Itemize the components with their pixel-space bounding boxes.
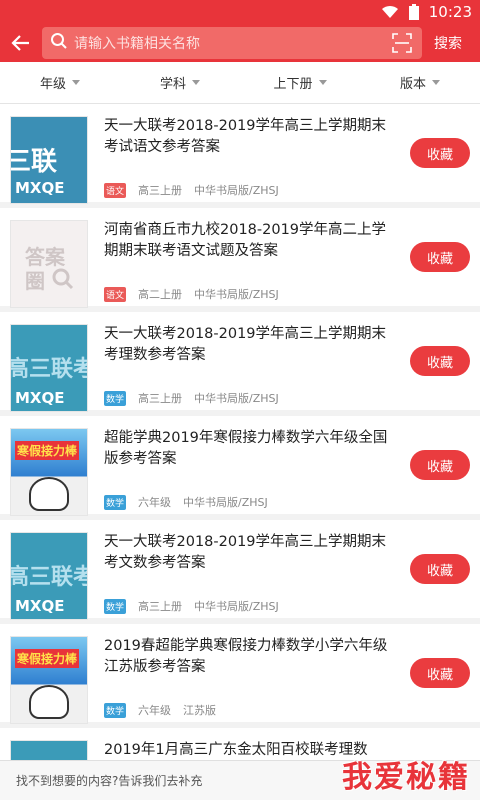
snowman-illustration (29, 685, 69, 719)
cover-text: 寒假接力棒 (15, 441, 80, 460)
filter-label: 上下册 (273, 77, 313, 92)
filter-label: 版本 (399, 77, 426, 92)
cover-text: 圈 (25, 269, 45, 293)
cover-text: 高三联考 (10, 357, 87, 382)
collect-button[interactable]: 收藏 (410, 554, 470, 584)
chevron-down-icon (432, 80, 440, 85)
item-meta: 语文 高三上册 中华书局版/ZHSJ (104, 182, 462, 198)
publisher-text: 中华书局版/ZHSJ (183, 496, 268, 509)
cover-text: 高三联考 (10, 565, 87, 590)
wifi-icon (381, 5, 399, 19)
collect-button[interactable]: 收藏 (410, 138, 470, 168)
collect-button[interactable]: 收藏 (410, 242, 470, 272)
book-cover: 寒假接力棒 (10, 428, 88, 516)
filter-volume[interactable]: 上下册 (240, 62, 360, 103)
subject-badge: 数学 (104, 390, 127, 406)
filter-subject[interactable]: 学科 (120, 62, 240, 103)
book-cover: 寒假接力棒 (10, 636, 88, 724)
list-item[interactable]: 高三联考 MXQE 天一大联考2018-2019学年高三上学期期末考文数参考答案… (0, 520, 480, 624)
book-cover: 高三联考 MXQE (10, 532, 88, 620)
item-meta: 数学 六年级 中华书局版/ZHSJ (104, 494, 462, 510)
magnifier-icon (52, 268, 74, 290)
grade-text: 高三上册 (138, 184, 183, 197)
publisher-text: 中华书局版/ZHSJ (194, 600, 279, 613)
watermark-logo: 我爱秘籍 (342, 760, 470, 795)
cover-text: MXQE (15, 597, 65, 615)
snowman-illustration (29, 477, 69, 511)
item-title: 超能学典2019年寒假接力棒数学六年级全国版参考答案 (104, 430, 388, 467)
list-item[interactable]: 答案 圈 河南省商丘市九校2018-2019学年高二上学期期末联考语文试题及答案… (0, 208, 480, 312)
clock: 10:23 (428, 3, 472, 21)
publisher-text: 中华书局版/ZHSJ (194, 288, 279, 301)
search-placeholder: 请输入书籍相关名称 (74, 36, 200, 52)
scan-icon[interactable] (390, 31, 414, 55)
item-meta: 语文 高二上册 中华书局版/ZHSJ (104, 286, 462, 302)
item-title: 天一大联考2018-2019学年高三上学期期末考理数参考答案 (104, 326, 387, 363)
item-title: 天一大联考2018-2019学年高三上学期期末考文数参考答案 (104, 534, 387, 571)
app-bar: 请输入书籍相关名称 搜索 (0, 24, 480, 62)
item-title: 2019春超能学典寒假接力棒数学小学六年级江苏版参考答案 (104, 638, 388, 675)
status-bar: 10:23 (0, 0, 480, 24)
book-cover: 答案 圈 (10, 220, 88, 308)
subject-badge: 数学 (104, 598, 127, 614)
list-item[interactable]: 寒假接力棒 超能学典2019年寒假接力棒数学六年级全国版参考答案 数学 六年级 … (0, 416, 480, 520)
filter-grade[interactable]: 年级 (0, 62, 120, 103)
search-input[interactable]: 请输入书籍相关名称 (42, 27, 422, 59)
subject-badge: 数学 (104, 494, 127, 510)
back-arrow-icon[interactable] (6, 28, 36, 58)
cover-text: 三联 (10, 147, 58, 177)
cover-text: MXQE (15, 389, 65, 407)
grade-text: 六年级 (138, 496, 172, 509)
item-meta: 数学 高三上册 中华书局版/ZHSJ (104, 390, 462, 406)
publisher-text: 江苏版 (183, 704, 217, 717)
list-item[interactable]: 高三联考 MXQE 天一大联考2018-2019学年高三上学期期末考理数参考答案… (0, 312, 480, 416)
book-cover: 高三联考 MXQE (10, 324, 88, 412)
grade-text: 高三上册 (138, 392, 183, 405)
publisher-text: 中华书局版/ZHSJ (194, 392, 279, 405)
search-icon (50, 32, 68, 54)
filter-label: 年级 (39, 77, 66, 92)
item-meta: 数学 高三上册 中华书局版/ZHSJ (104, 598, 462, 614)
cover-text: MXQE (15, 179, 65, 197)
list-item[interactable]: 三联 MXQE 天一大联考2018-2019学年高三上学期期末考试语文参考答案 … (0, 104, 480, 208)
collect-button[interactable]: 收藏 (410, 658, 470, 688)
chevron-down-icon (318, 80, 327, 85)
subject-badge: 语文 (104, 286, 127, 302)
cover-text: 寒假接力棒 (15, 649, 80, 668)
book-list: 三联 MXQE 天一大联考2018-2019学年高三上学期期末考试语文参考答案 … (0, 104, 480, 780)
filter-bar: 年级 学科 上下册 版本 (0, 62, 480, 104)
feedback-text[interactable]: 找不到想要的内容?告诉我们去补充 (16, 772, 202, 789)
collect-button[interactable]: 收藏 (410, 346, 470, 376)
publisher-text: 中华书局版/ZHSJ (194, 184, 279, 197)
collect-button[interactable]: 收藏 (410, 450, 470, 480)
grade-text: 六年级 (138, 704, 172, 717)
book-cover: 三联 MXQE (10, 116, 88, 204)
grade-text: 高二上册 (138, 288, 183, 301)
item-title: 河南省商丘市九校2018-2019学年高二上学期期末联考语文试题及答案 (104, 222, 387, 259)
subject-badge: 语文 (104, 182, 127, 198)
chevron-down-icon (192, 80, 200, 85)
chevron-down-icon (72, 80, 80, 85)
item-meta: 数学 六年级 江苏版 (104, 702, 462, 718)
subject-badge: 数学 (104, 702, 127, 718)
search-button[interactable]: 搜索 (434, 33, 462, 53)
item-title: 天一大联考2018-2019学年高三上学期期末考试语文参考答案 (104, 118, 387, 155)
list-item[interactable]: 寒假接力棒 2019春超能学典寒假接力棒数学小学六年级江苏版参考答案 数学 六年… (0, 624, 480, 728)
grade-text: 高三上册 (138, 600, 183, 613)
battery-icon (408, 4, 419, 20)
filter-edition[interactable]: 版本 (360, 62, 480, 103)
filter-label: 学科 (159, 77, 186, 92)
